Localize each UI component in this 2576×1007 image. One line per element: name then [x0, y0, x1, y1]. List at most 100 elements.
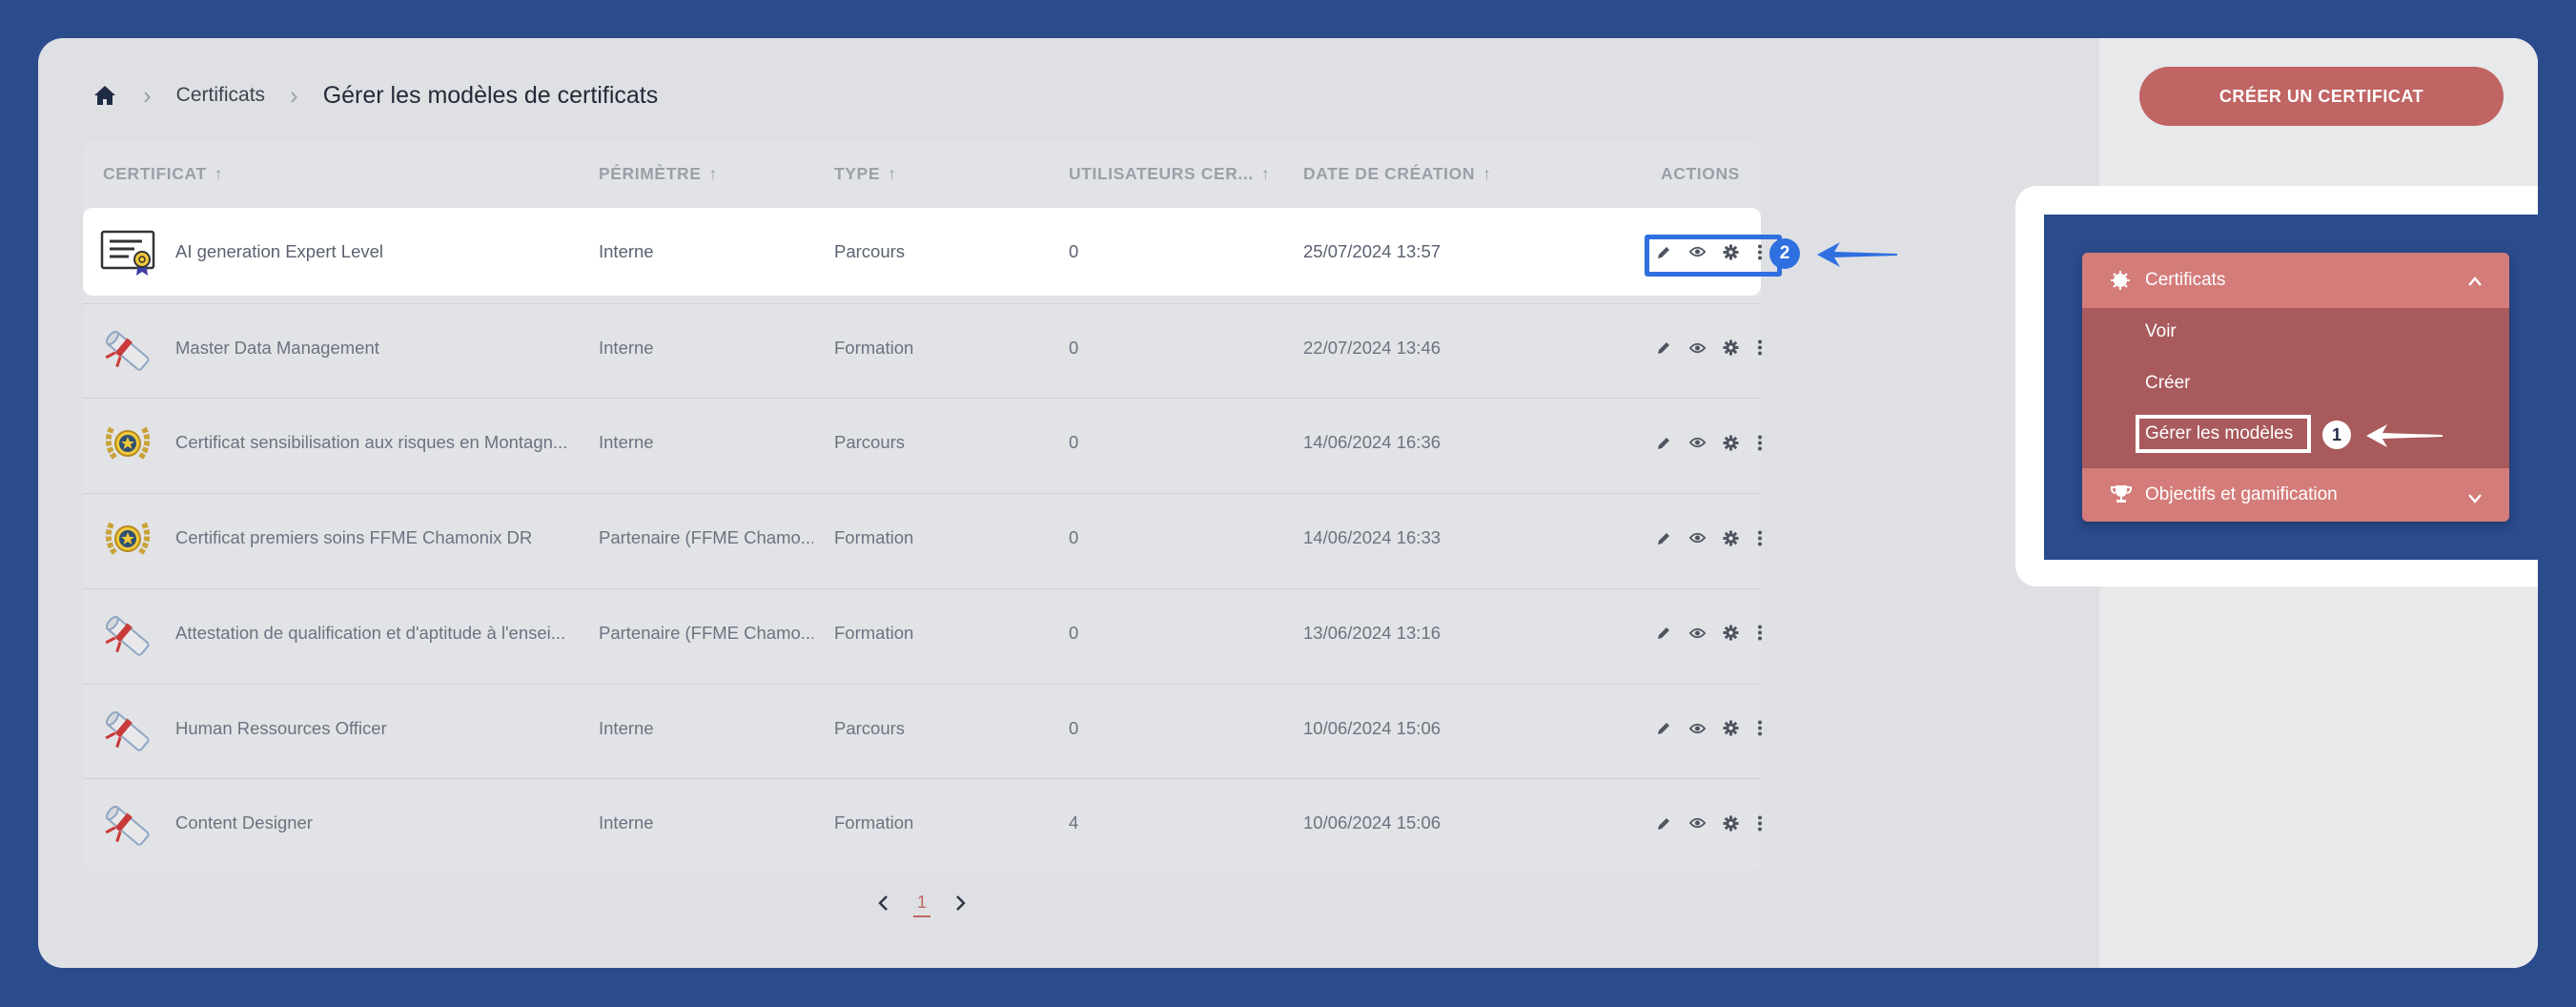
perimetre-cell: Interne	[599, 337, 654, 358]
certificate-name[interactable]: Certificat sensibilisation aux risques e…	[175, 399, 585, 486]
view-eye-icon[interactable]	[1689, 339, 1706, 356]
table-row[interactable]: Master Data Management Interne Formation 0 2…	[83, 302, 1764, 392]
step-badge-1: 1	[2322, 421, 2351, 449]
table-header: CERTIFICAT ↑ PÉRIMÈTRE ↑ TYPE ↑ UTILISATEUR…	[83, 141, 1761, 206]
column-header-utilisateurs[interactable]: UTILISATEURS CER... ↑	[1069, 141, 1270, 206]
view-eye-icon[interactable]	[1689, 720, 1706, 736]
column-header-certificat[interactable]: CERTIFICAT ↑	[103, 141, 223, 206]
type-cell: Parcours	[834, 432, 906, 453]
perimetre-cell: Interne	[599, 812, 654, 833]
settings-gear-icon[interactable]	[1723, 720, 1739, 736]
edit-pencil-icon[interactable]	[1656, 339, 1672, 356]
more-vertical-icon[interactable]	[1756, 720, 1764, 736]
diploma-scroll-icon	[100, 324, 155, 374]
perimetre-cell: Partenaire (FFME Chamo...	[599, 622, 813, 643]
edit-pencil-icon[interactable]	[1656, 720, 1672, 736]
laurel-medal-icon	[100, 514, 155, 564]
more-vertical-icon[interactable]	[1756, 435, 1764, 451]
column-header-perimetre[interactable]: PÉRIMÈTRE ↑	[599, 141, 718, 206]
create-certificate-button[interactable]: CRÉER UN CERTIFICAT	[2139, 67, 2504, 126]
certificate-name[interactable]: Human Ressources Officer	[175, 685, 585, 772]
previous-page-icon[interactable]	[877, 894, 889, 916]
edit-pencil-icon[interactable]	[1656, 530, 1672, 546]
menu-item-voir[interactable]: Voir	[2145, 321, 2177, 342]
certificate-name[interactable]: Master Data Management	[175, 304, 585, 392]
perimetre-cell: Interne	[599, 241, 654, 261]
settings-gear-icon[interactable]	[1723, 339, 1739, 356]
type-cell: Parcours	[834, 241, 906, 261]
callout-arrow-blue-icon	[1817, 242, 1897, 267]
certificate-name[interactable]: Content Designer	[175, 779, 585, 867]
settings-gear-icon[interactable]	[1723, 435, 1739, 451]
actions-highlight-box	[1645, 235, 1782, 277]
breadcrumb-separator-icon: ›	[143, 80, 152, 110]
date-cell: 22/07/2024 13:46	[1303, 337, 1441, 358]
perimetre-cell: Interne	[599, 432, 654, 453]
users-cell: 0	[1069, 432, 1079, 453]
column-header-date[interactable]: DATE DE CRÉATION ↑	[1303, 141, 1491, 206]
type-cell: Formation	[834, 812, 914, 833]
view-eye-icon[interactable]	[1689, 625, 1706, 641]
menu-item-gerer-les-modeles[interactable]: Gérer les modèles	[2136, 415, 2311, 453]
chevron-down-icon[interactable]	[2467, 489, 2483, 510]
date-cell: 10/06/2024 15:06	[1303, 717, 1441, 738]
diploma-scroll-icon	[100, 799, 155, 849]
type-cell: Formation	[834, 337, 914, 358]
users-cell: 0	[1069, 241, 1079, 261]
row-actions	[1656, 304, 1764, 392]
view-eye-icon[interactable]	[1689, 530, 1706, 546]
certificate-name[interactable]: AI generation Expert Level	[175, 208, 585, 296]
type-cell: Formation	[834, 527, 914, 548]
sidebar-menu: Certificats Voir Créer Gérer les modèles…	[2082, 253, 2509, 522]
row-actions	[1656, 494, 1764, 582]
type-cell: Formation	[834, 622, 914, 643]
column-header-actions: ACTIONS	[1661, 164, 1740, 183]
date-cell: 10/06/2024 15:06	[1303, 812, 1441, 833]
view-eye-icon[interactable]	[1689, 435, 1706, 451]
table-row[interactable]: Attestation de qualification et d'aptitu…	[83, 587, 1764, 677]
column-header-type[interactable]: TYPE ↑	[834, 141, 896, 206]
more-vertical-icon[interactable]	[1756, 339, 1764, 356]
home-icon[interactable]	[93, 83, 118, 108]
menu-item-creer[interactable]: Créer	[2145, 373, 2191, 394]
more-vertical-icon[interactable]	[1756, 625, 1764, 641]
edit-pencil-icon[interactable]	[1656, 815, 1672, 832]
page-title: Gérer les modèles de certificats	[322, 81, 659, 109]
date-cell: 13/06/2024 13:16	[1303, 622, 1441, 643]
users-cell: 0	[1069, 337, 1079, 358]
next-page-icon[interactable]	[955, 894, 967, 916]
breadcrumb-item-certificats[interactable]: Certificats	[176, 84, 265, 107]
edit-pencil-icon[interactable]	[1656, 435, 1672, 451]
more-vertical-icon[interactable]	[1756, 815, 1764, 832]
users-cell: 0	[1069, 527, 1079, 548]
settings-gear-icon[interactable]	[1723, 815, 1739, 832]
chevron-up-icon[interactable]	[2467, 272, 2483, 293]
users-cell: 4	[1069, 812, 1079, 833]
breadcrumb-separator-icon: ›	[290, 80, 298, 110]
certificates-table: CERTIFICAT ↑ PÉRIMÈTRE ↑ TYPE ↑ UTILISATEUR…	[83, 141, 1782, 872]
page-number-current[interactable]: 1	[913, 893, 931, 917]
users-cell: 0	[1069, 717, 1079, 738]
more-vertical-icon[interactable]	[1756, 530, 1764, 546]
row-actions	[1656, 779, 1764, 867]
date-cell: 25/07/2024 13:57	[1303, 241, 1441, 261]
settings-gear-icon[interactable]	[1723, 625, 1739, 641]
table-row[interactable]: Content Designer Interne Formation 4 10/06/2…	[83, 778, 1764, 867]
table-row[interactable]: AI generation Expert Level Interne Parcour…	[83, 208, 1782, 296]
menu-section-certificats[interactable]: Certificats	[2082, 253, 2509, 308]
diploma-scroll-icon	[100, 705, 155, 754]
table-row[interactable]: Certificat sensibilisation aux risques e…	[83, 398, 1764, 486]
row-actions	[1656, 399, 1764, 486]
view-eye-icon[interactable]	[1689, 815, 1706, 832]
certificate-name[interactable]: Attestation de qualification et d'aptitu…	[175, 589, 585, 677]
row-actions	[1656, 589, 1764, 677]
menu-section-label: Objectifs et gamification	[2145, 484, 2338, 504]
table-row[interactable]: Human Ressources Officer Interne Parcours 0…	[83, 683, 1764, 772]
table-row[interactable]: Certificat premiers soins FFME Chamonix …	[83, 493, 1764, 582]
settings-gear-icon[interactable]	[1723, 530, 1739, 546]
menu-section-objectifs[interactable]: Objectifs et gamification	[2082, 468, 2509, 522]
step-badge-2: 2	[1769, 238, 1800, 269]
edit-pencil-icon[interactable]	[1656, 625, 1672, 641]
app-window: › Certificats › Gérer les modèles de cer…	[38, 38, 2538, 968]
certificate-name[interactable]: Certificat premiers soins FFME Chamonix …	[175, 494, 585, 582]
